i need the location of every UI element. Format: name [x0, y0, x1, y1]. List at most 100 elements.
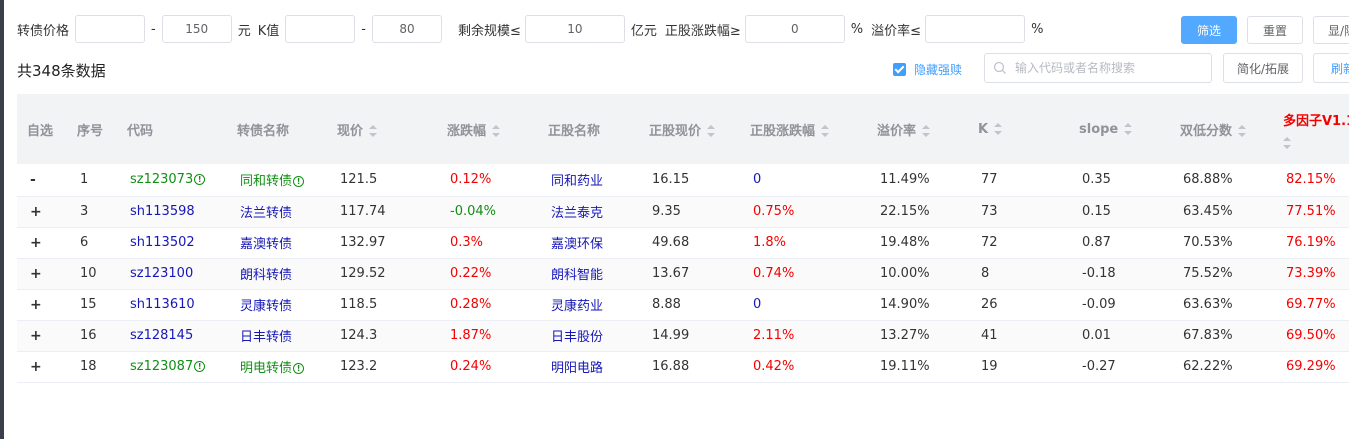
sort-icon[interactable] [821, 125, 830, 137]
cell-bond-name[interactable]: 日丰转债 [227, 320, 327, 351]
table-row[interactable]: +10 sz123100 朗科转债 129.52 0.22% 朗科智能 13.67 0.74%… [17, 258, 1349, 289]
cell-slope: -0.09 [1082, 297, 1116, 312]
filter-button[interactable]: 筛选 [1181, 16, 1237, 44]
cell-slope: -0.27 [1082, 359, 1116, 374]
k-max-input[interactable] [371, 15, 442, 43]
cell-bond-name[interactable]: 嘉澳转债 [227, 227, 327, 258]
cell-premium: 13.27% [880, 328, 930, 343]
table-row[interactable]: +18 sz123087! 明电转债! 123.2 0.24% 明阳电路 16.88 0.42… [17, 351, 1349, 382]
col-header-change[interactable]: 涨跌幅 [437, 94, 538, 164]
cell-stock-name[interactable]: 明阳电路 [538, 351, 639, 382]
cell-stock-change: 2.11% [753, 328, 795, 343]
cell-price: 117.74 [340, 204, 386, 219]
cell-code[interactable]: sh113502 [117, 227, 227, 258]
watch-toggle-button[interactable]: + [17, 289, 67, 320]
cell-price: 121.5 [340, 172, 378, 188]
watch-toggle-button[interactable]: + [17, 196, 67, 227]
price-range-separator: - [151, 21, 156, 37]
watch-toggle-button[interactable]: + [17, 351, 67, 382]
cell-k: 8 [981, 266, 990, 281]
cell-stock-name[interactable]: 朗科智能 [538, 258, 639, 289]
cell-multi-factor: 77.51% [1286, 204, 1336, 219]
table-row[interactable]: +16 sz128145 日丰转债 124.3 1.87% 日丰股份 14.99 2.11% 1… [17, 320, 1349, 351]
cell-code[interactable]: sz128145 [117, 320, 227, 351]
info-circle-icon: ! [293, 176, 305, 188]
sort-icon[interactable] [1238, 125, 1247, 137]
cell-bond-name[interactable]: 同和转债! [227, 164, 327, 196]
cell-stock-name[interactable]: 灵康药业 [538, 289, 639, 320]
sort-icon[interactable] [922, 125, 931, 137]
stock-change-min-input[interactable] [744, 15, 845, 43]
cell-bond-name[interactable]: 法兰转债 [227, 196, 327, 227]
cell-code[interactable]: sz123100 [117, 258, 227, 289]
cell-stock-change: 0.74% [753, 266, 795, 281]
cell-change: 0.3% [450, 235, 484, 250]
col-header-slope[interactable]: slope [1069, 94, 1170, 164]
table-body: -1 sz123073! 同和转债! 121.5 0.12% 同和药业 16.15 0 11.4… [17, 164, 1349, 382]
col-header-premium[interactable]: 溢价率 [867, 94, 968, 164]
col-header-stock-name: 正股名称 [548, 123, 601, 139]
premium-filter-label: 溢价率≤ [871, 23, 922, 39]
sort-icon[interactable] [369, 125, 378, 137]
cell-dual-low: 63.45% [1183, 204, 1233, 219]
cell-multi-factor: 73.39% [1286, 266, 1336, 281]
col-header-stock-price[interactable]: 正股现价 [639, 94, 740, 164]
show-hide-button[interactable]: 显/隐 [1313, 16, 1349, 44]
cell-code[interactable]: sh113598 [117, 196, 227, 227]
price-unit-label: 元 [237, 23, 251, 39]
table-row[interactable]: +6 sh113502 嘉澳转债 132.97 0.3% 嘉澳环保 49.68 1.8% 19.… [17, 227, 1349, 258]
hide-strong-redeem-toggle[interactable]: 隐藏强赎 [893, 61, 962, 78]
cell-index: 1 [80, 172, 89, 188]
table-row[interactable]: -1 sz123073! 同和转债! 121.5 0.12% 同和药业 16.15 0 11.4… [17, 164, 1349, 196]
col-header-dual-low[interactable]: 双低分数 [1170, 94, 1273, 164]
cell-stock-name[interactable]: 嘉澳环保 [538, 227, 639, 258]
premium-max-input[interactable] [925, 15, 1026, 43]
cell-stock-name[interactable]: 日丰股份 [538, 320, 639, 351]
checkbox-checked-icon[interactable] [893, 63, 906, 76]
watch-toggle-button[interactable]: + [17, 227, 67, 258]
sort-icon[interactable] [994, 123, 1003, 135]
price-max-input[interactable] [161, 15, 232, 43]
cell-stock-price: 16.88 [652, 359, 690, 374]
cell-dual-low: 68.88% [1183, 172, 1233, 188]
cell-stock-price: 14.99 [652, 328, 690, 343]
k-range-separator: - [361, 21, 366, 37]
cell-index: 16 [80, 328, 97, 343]
cell-bond-name[interactable]: 明电转债! [227, 351, 327, 382]
cell-code[interactable]: sh113610 [117, 289, 227, 320]
cell-multi-factor: 82.15% [1286, 172, 1336, 188]
simplify-expand-button[interactable]: 简化/拓展 [1223, 53, 1303, 83]
col-header-stock-change[interactable]: 正股涨跌幅 [740, 94, 867, 164]
col-header-k[interactable]: K [968, 94, 1069, 164]
cell-bond-name[interactable]: 朗科转债 [227, 258, 327, 289]
cell-bond-name[interactable]: 灵康转债 [227, 289, 327, 320]
cell-stock-name[interactable]: 法兰泰克 [538, 196, 639, 227]
col-header-price[interactable]: 现价 [327, 94, 437, 164]
price-min-input[interactable] [75, 15, 146, 43]
sort-icon[interactable] [492, 125, 501, 137]
hide-strong-redeem-label: 隐藏强赎 [914, 63, 963, 77]
col-header-watch: 自选 [27, 123, 54, 139]
watch-toggle-button[interactable]: + [17, 320, 67, 351]
scale-unit-label: 亿元 [630, 23, 657, 39]
cell-change: 0.12% [450, 172, 492, 188]
sort-icon[interactable] [707, 125, 716, 137]
k-min-input[interactable] [285, 15, 356, 43]
search-box[interactable] [984, 53, 1212, 83]
sort-icon[interactable] [1124, 123, 1133, 135]
watch-toggle-button[interactable]: - [17, 164, 67, 196]
cell-code[interactable]: sz123087! [117, 351, 227, 382]
sort-icon[interactable] [1283, 137, 1291, 149]
refresh-button[interactable]: 刷新 [1313, 53, 1349, 83]
search-input[interactable] [1015, 61, 1200, 75]
col-header-multi-factor[interactable]: 多因子V1.1 [1273, 94, 1349, 164]
table-row[interactable]: +3 sh113598 法兰转债 117.74 -0.04% 法兰泰克 9.35 0.75% 2… [17, 196, 1349, 227]
table-row[interactable]: +15 sh113610 灵康转债 118.5 0.28% 灵康药业 8.88 0 14.90%… [17, 289, 1349, 320]
scale-max-input[interactable] [524, 15, 625, 43]
cell-change: 0.24% [450, 359, 492, 374]
watch-toggle-button[interactable]: + [17, 258, 67, 289]
cell-price: 132.97 [340, 235, 386, 250]
cell-code[interactable]: sz123073! [117, 164, 227, 196]
cell-stock-name[interactable]: 同和药业 [538, 164, 639, 196]
reset-button[interactable]: 重置 [1247, 16, 1303, 44]
